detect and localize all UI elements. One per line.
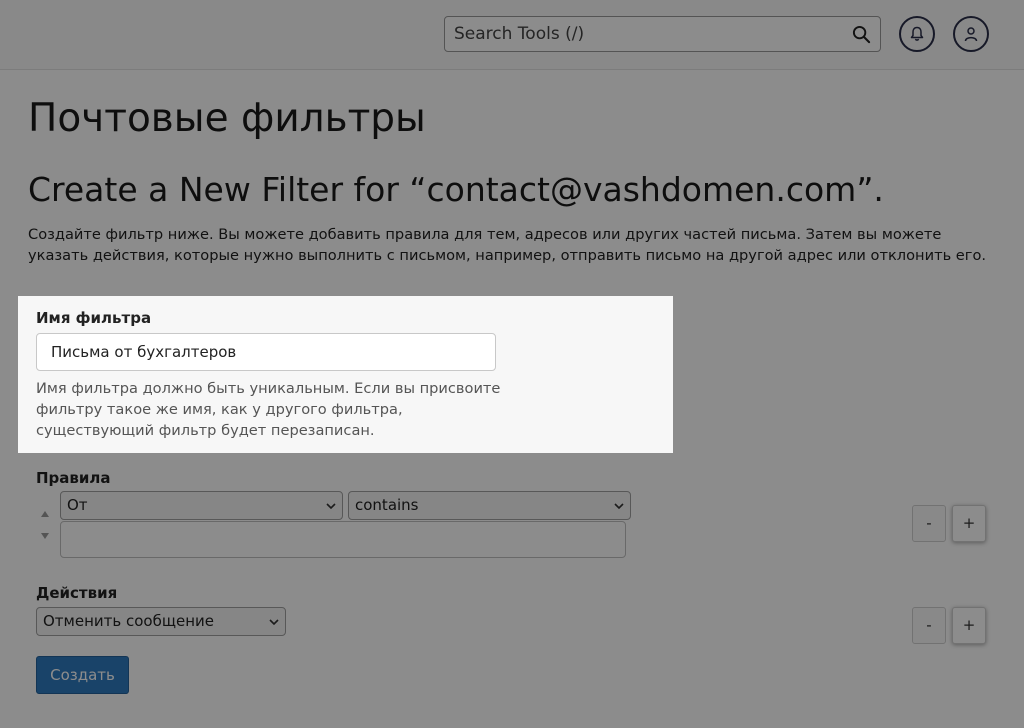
- filter-heading: Create a New Filter for “contact@vashdom…: [28, 170, 884, 209]
- chevron-down-icon: [614, 503, 624, 510]
- add-rule-button[interactable]: +: [952, 505, 986, 542]
- filter-name-panel: Имя фильтра Имя фильтра должно быть уник…: [18, 296, 673, 453]
- rule-field-select[interactable]: От: [60, 491, 343, 520]
- remove-rule-button[interactable]: -: [912, 505, 946, 542]
- add-action-button[interactable]: +: [952, 607, 986, 644]
- intro-text: Создайте фильтр ниже. Вы можете добавить…: [28, 226, 987, 264]
- page-title: Почтовые фильтры: [28, 96, 426, 141]
- action-select[interactable]: Отменить сообщение: [36, 607, 286, 636]
- user-menu-button[interactable]: [953, 16, 989, 52]
- filter-name-input[interactable]: [36, 333, 496, 371]
- chevron-down-icon: [326, 503, 336, 510]
- actions-label: Действия: [36, 584, 118, 602]
- filter-name-label: Имя фильтра: [36, 309, 152, 327]
- rule-field-value: От: [67, 496, 88, 514]
- user-icon: [964, 27, 978, 42]
- rule-operator-value: contains: [355, 496, 419, 514]
- create-button[interactable]: Создать: [36, 656, 129, 694]
- search-input[interactable]: [445, 17, 845, 51]
- action-select-value: Отменить сообщение: [43, 612, 214, 630]
- top-header: [0, 0, 1024, 70]
- move-up-icon[interactable]: [40, 510, 50, 518]
- filter-name-help: Имя фильтра должно быть уникальным. Если…: [36, 380, 501, 439]
- rules-label: Правила: [36, 469, 111, 487]
- rule-value-input[interactable]: [60, 521, 626, 558]
- rule-operator-select[interactable]: contains: [348, 491, 631, 520]
- remove-action-button[interactable]: -: [912, 607, 946, 644]
- notifications-button[interactable]: [899, 16, 935, 52]
- chevron-down-icon: [269, 619, 279, 626]
- search-box[interactable]: [444, 16, 881, 52]
- search-icon[interactable]: [852, 25, 871, 44]
- bell-icon: [910, 26, 924, 41]
- move-down-icon[interactable]: [40, 532, 50, 540]
